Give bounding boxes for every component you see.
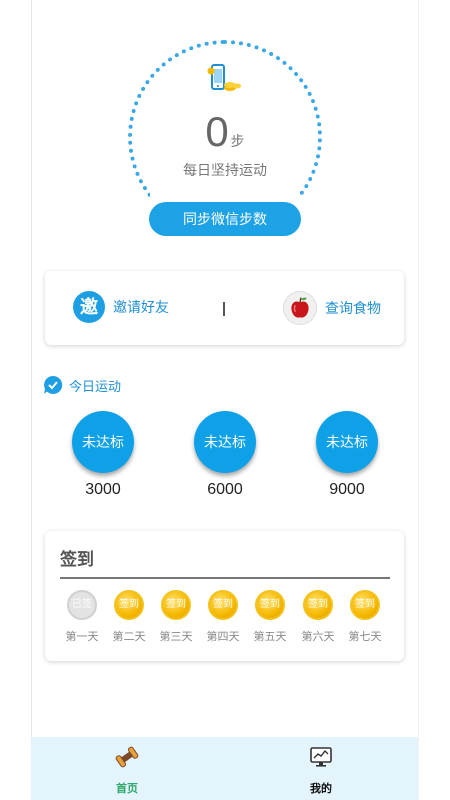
goal-status-badge: 未达标 bbox=[194, 411, 256, 473]
signin-coin: 签到 bbox=[208, 590, 238, 620]
action-card: 邀 邀请好友 查询食物 bbox=[45, 271, 404, 345]
signin-day-4[interactable]: 签到 第四天 bbox=[200, 590, 246, 644]
signin-day-3[interactable]: 签到 第三天 bbox=[153, 590, 199, 644]
goal-status-badge: 未达标 bbox=[316, 411, 378, 473]
signin-day-5[interactable]: 签到 第五天 bbox=[247, 590, 293, 644]
step-unit: 步 bbox=[230, 133, 245, 149]
dumbbell-icon bbox=[115, 746, 139, 768]
signin-coin: 签到 bbox=[350, 590, 380, 620]
signin-day-label: 第四天 bbox=[206, 631, 240, 643]
signin-coin: 签到 bbox=[303, 590, 333, 620]
invite-friends-label: 邀请好友 bbox=[113, 299, 169, 315]
signin-day-label: 第一天 bbox=[65, 631, 99, 643]
signin-coin: 签到 bbox=[255, 590, 285, 620]
signin-day-label: 第五天 bbox=[253, 631, 287, 643]
signin-coin: 签到 bbox=[114, 590, 144, 620]
step-caption: 每日坚持运动 bbox=[183, 162, 267, 178]
phone-coins-icon bbox=[207, 64, 241, 91]
signin-day-label: 第六天 bbox=[301, 631, 335, 643]
goal-3000[interactable]: 未达标 3000 bbox=[68, 411, 138, 499]
today-exercise-title: 今日运动 bbox=[69, 378, 122, 394]
signin-divider bbox=[60, 577, 390, 579]
apple-icon bbox=[283, 291, 317, 325]
signin-day-7[interactable]: 签到 第七天 bbox=[342, 590, 388, 644]
goal-value: 3000 bbox=[85, 481, 121, 498]
signin-day-label: 第七天 bbox=[348, 631, 382, 643]
goal-status-badge: 未达标 bbox=[72, 411, 134, 473]
signin-coin-done: 已签 bbox=[67, 590, 97, 620]
query-food-button[interactable]: 查询食物 bbox=[283, 291, 381, 325]
invite-icon: 邀 bbox=[73, 291, 105, 323]
signin-day-label: 第三天 bbox=[159, 631, 193, 643]
nav-home-label: 首页 bbox=[116, 783, 138, 795]
signin-day-6[interactable]: 签到 第六天 bbox=[295, 590, 341, 644]
chat-check-icon bbox=[44, 375, 63, 394]
goal-value: 6000 bbox=[207, 481, 243, 498]
action-divider bbox=[223, 302, 225, 316]
sync-wechat-steps-button[interactable]: 同步微信步数 bbox=[149, 202, 301, 236]
signin-day-2[interactable]: 签到 第二天 bbox=[106, 590, 152, 644]
nav-home-tab[interactable]: 首页 bbox=[87, 745, 167, 796]
left-edge-rule bbox=[31, 0, 32, 800]
invite-friends-button[interactable]: 邀 邀请好友 bbox=[73, 291, 169, 323]
nav-mine-tab[interactable]: 我的 bbox=[281, 745, 361, 796]
signin-day-1[interactable]: 已签 第一天 bbox=[59, 590, 105, 644]
monitor-chart-icon bbox=[310, 747, 332, 767]
right-edge-rule bbox=[418, 0, 419, 800]
signin-day-label: 第二天 bbox=[112, 631, 146, 643]
goal-value: 9000 bbox=[329, 481, 365, 498]
nav-mine-label: 我的 bbox=[310, 783, 332, 795]
bottom-nav: 首页 我的 bbox=[31, 737, 418, 800]
signin-coin: 签到 bbox=[161, 590, 191, 620]
query-food-label: 查询食物 bbox=[325, 300, 381, 316]
today-exercise-header: 今日运动 bbox=[43, 375, 121, 395]
step-count: 0步 bbox=[150, 108, 300, 156]
signin-card: 签到 已签 第一天 签到 第二天 签到 第三天 签到 第四天 签到 第五天 签到… bbox=[45, 531, 404, 661]
goal-6000[interactable]: 未达标 6000 bbox=[190, 411, 260, 499]
goal-9000[interactable]: 未达标 9000 bbox=[312, 411, 382, 499]
signin-title: 签到 bbox=[60, 550, 94, 569]
step-count-number: 0 bbox=[205, 108, 229, 155]
